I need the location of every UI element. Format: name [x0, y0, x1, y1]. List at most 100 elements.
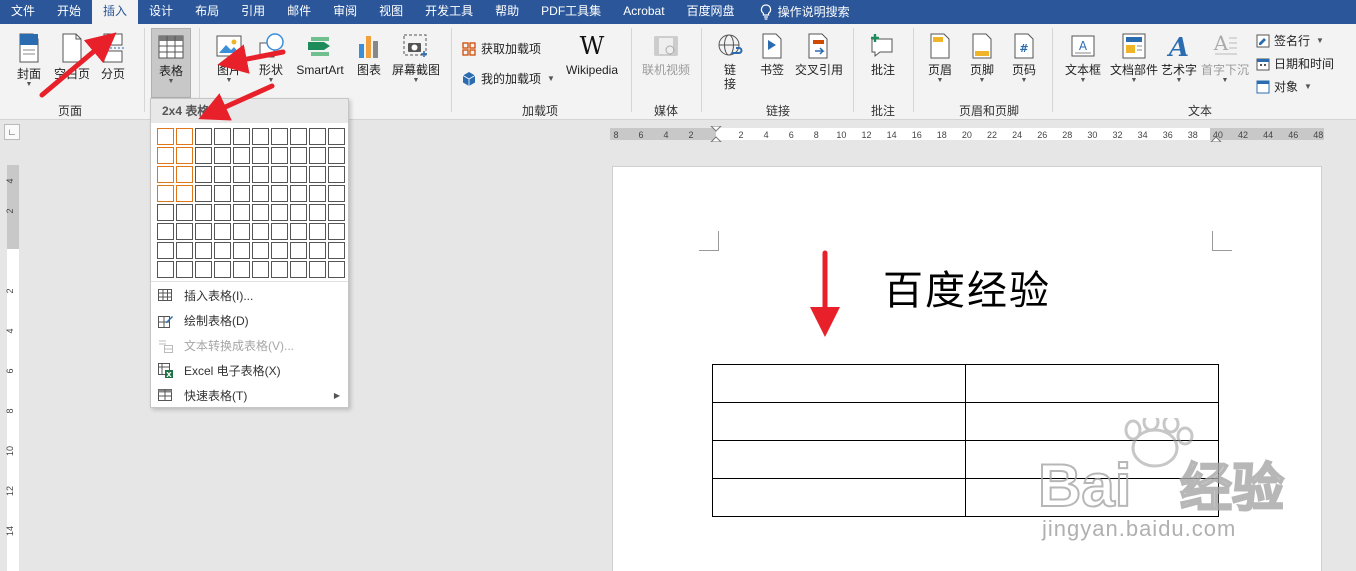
table-grid-cell[interactable] [328, 128, 345, 145]
tab-acrobat[interactable]: Acrobat [612, 0, 675, 24]
table-grid-cell[interactable] [252, 166, 269, 183]
table-grid-cell[interactable] [195, 128, 212, 145]
table-grid-cell[interactable] [271, 261, 288, 278]
tab-design[interactable]: 设计 [138, 0, 184, 24]
tab-file[interactable]: 文件 [0, 0, 46, 24]
textbox-button[interactable]: A 文本框 ▼ [1062, 32, 1104, 85]
table-grid-cell[interactable] [214, 204, 231, 221]
wordart-button[interactable]: A 艺术字 ▼ [1160, 32, 1198, 85]
table-button[interactable]: 表格 ▼ [151, 28, 191, 98]
table-grid-cell[interactable] [290, 166, 307, 183]
table-grid-cell[interactable] [176, 128, 193, 145]
table-grid-cell[interactable] [252, 223, 269, 240]
table-grid-cell[interactable] [252, 185, 269, 202]
table-grid-cell[interactable] [309, 185, 326, 202]
table-grid-cell[interactable] [233, 166, 250, 183]
table-grid-cell[interactable] [309, 128, 326, 145]
tab-layout[interactable]: 布局 [184, 0, 230, 24]
insert-table-menu-item[interactable]: 插入表格(I)... [151, 283, 348, 307]
quick-parts-button[interactable]: 文档部件 ▼ [1110, 32, 1158, 85]
get-addins-button[interactable]: 获取加载项 [461, 40, 541, 57]
tab-developer[interactable]: 开发工具 [414, 0, 484, 24]
tab-review[interactable]: 审阅 [322, 0, 368, 24]
tell-me-search[interactable]: 操作说明搜索 [746, 0, 861, 24]
table-grid-cell[interactable] [252, 204, 269, 221]
picture-button[interactable]: 图片 ▼ [210, 32, 248, 85]
table-grid-cell[interactable] [309, 223, 326, 240]
table-grid-cell[interactable] [252, 128, 269, 145]
table-grid-cell[interactable] [233, 204, 250, 221]
table-grid-cell[interactable] [176, 166, 193, 183]
document-title[interactable]: 百度经验 [883, 258, 1051, 316]
table-grid-cell[interactable] [271, 185, 288, 202]
table-grid-cell[interactable] [252, 242, 269, 259]
table-grid-cell[interactable] [157, 128, 174, 145]
table-grid-cell[interactable] [290, 204, 307, 221]
table-grid-cell[interactable] [328, 223, 345, 240]
table-grid-cell[interactable] [290, 128, 307, 145]
table-grid-cell[interactable] [233, 242, 250, 259]
table-grid-cell[interactable] [290, 223, 307, 240]
table-grid-cell[interactable] [252, 261, 269, 278]
table-grid-cell[interactable] [195, 242, 212, 259]
table-grid-cell[interactable] [328, 166, 345, 183]
table-grid-cell[interactable] [328, 242, 345, 259]
bookmark-button[interactable]: 书签 [756, 32, 788, 77]
date-time-button[interactable]: 日期和时间 [1256, 55, 1334, 72]
screenshot-button[interactable]: 屏幕截图 ▼ [389, 32, 443, 85]
table-grid-cell[interactable] [195, 204, 212, 221]
page-break-button[interactable]: 分页 [97, 32, 129, 81]
table-grid-cell[interactable] [176, 204, 193, 221]
table-grid-cell[interactable] [290, 185, 307, 202]
table-cell[interactable] [712, 364, 966, 403]
table-grid-cell[interactable] [233, 223, 250, 240]
table-grid-cell[interactable] [214, 223, 231, 240]
table-grid-cell[interactable] [271, 223, 288, 240]
table-grid-cell[interactable] [157, 166, 174, 183]
tab-home[interactable]: 开始 [46, 0, 92, 24]
table-grid-cell[interactable] [195, 261, 212, 278]
table-grid-cell[interactable] [290, 261, 307, 278]
table-grid-cell[interactable] [328, 185, 345, 202]
table-grid-cell[interactable] [176, 147, 193, 164]
table-grid-cell[interactable] [157, 223, 174, 240]
convert-text-to-table-menu-item[interactable]: 文本转换成表格(V)... [151, 333, 348, 357]
blank-page-button[interactable]: 空白页 [52, 32, 92, 81]
table-grid-cell[interactable] [309, 242, 326, 259]
table-grid-cell[interactable] [233, 261, 250, 278]
table-grid-cell[interactable] [271, 242, 288, 259]
table-grid-cell[interactable] [214, 261, 231, 278]
signature-line-button[interactable]: 签名行 ▼ [1256, 32, 1324, 49]
table-grid-cell[interactable] [176, 223, 193, 240]
tab-help[interactable]: 帮助 [484, 0, 530, 24]
tab-selector[interactable]: ∟ [4, 124, 20, 140]
table-grid-cell[interactable] [214, 242, 231, 259]
wikipedia-button[interactable]: W Wikipedia [562, 32, 622, 77]
draw-table-menu-item[interactable]: 绘制表格(D) [151, 308, 348, 332]
table-grid-cell[interactable] [195, 147, 212, 164]
cross-reference-button[interactable]: 交叉引用 [794, 32, 844, 77]
table-cell[interactable] [712, 402, 966, 441]
smartart-button[interactable]: SmartArt [292, 32, 348, 77]
table-grid-cell[interactable] [214, 147, 231, 164]
table-grid-cell[interactable] [309, 204, 326, 221]
chart-button[interactable]: 图表 [354, 32, 384, 77]
footer-button[interactable]: 页脚 ▼ [966, 32, 998, 85]
table-grid-cell[interactable] [328, 147, 345, 164]
table-grid-cell[interactable] [309, 147, 326, 164]
table-grid-cell[interactable] [176, 242, 193, 259]
table-cell[interactable] [965, 364, 1219, 403]
table-grid-cell[interactable] [252, 147, 269, 164]
table-grid-cell[interactable] [271, 147, 288, 164]
table-grid-cell[interactable] [271, 204, 288, 221]
page-number-button[interactable]: # 页码 ▼ [1008, 32, 1040, 85]
table-grid-cell[interactable] [195, 223, 212, 240]
tab-pdf-tools[interactable]: PDF工具集 [530, 0, 612, 24]
quick-tables-menu-item[interactable]: 快速表格(T) ▶ [151, 383, 348, 407]
cover-page-button[interactable]: 封面 ▼ [12, 32, 46, 89]
table-grid-cell[interactable] [157, 185, 174, 202]
table-grid-cell[interactable] [328, 261, 345, 278]
table-grid-cell[interactable] [195, 166, 212, 183]
header-button[interactable]: 页眉 ▼ [924, 32, 956, 85]
table-grid-cell[interactable] [233, 128, 250, 145]
